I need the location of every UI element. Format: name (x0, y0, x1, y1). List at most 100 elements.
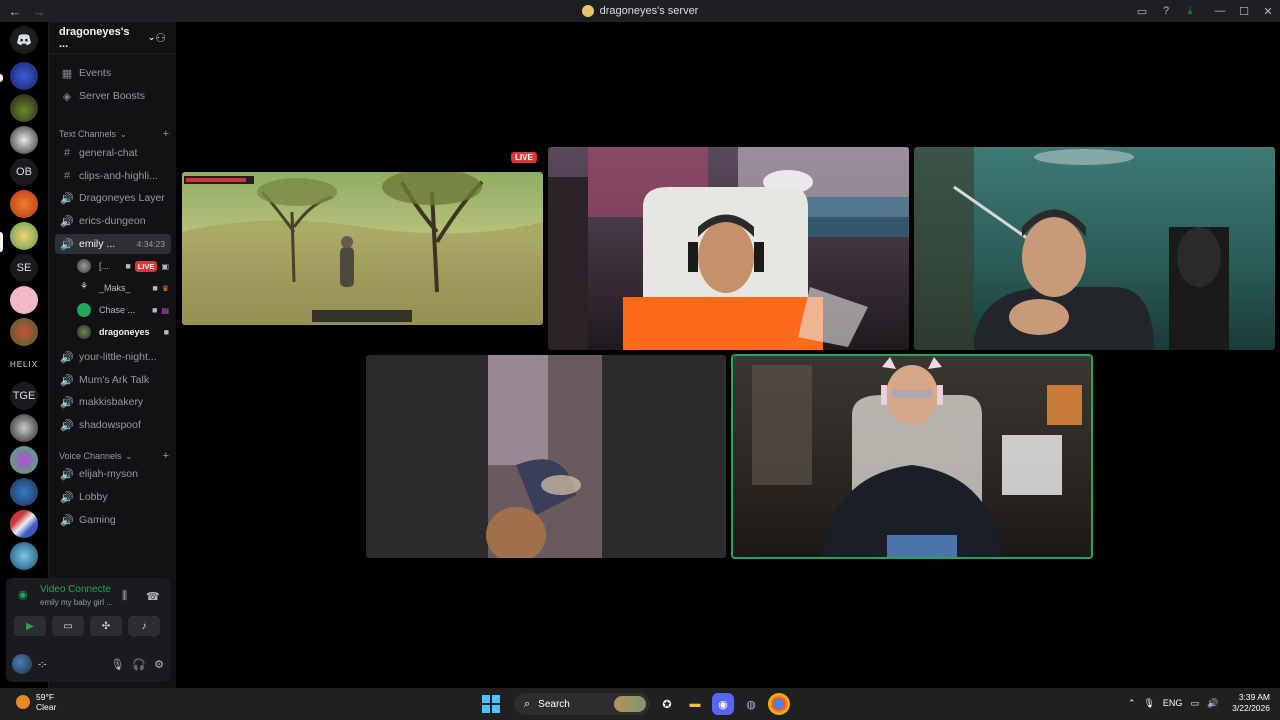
server-icon-15[interactable] (10, 542, 38, 570)
channel-name: shadowspoof (79, 419, 141, 431)
chevron-up-icon[interactable]: ⌃ (1128, 698, 1136, 709)
invite-icon[interactable]: ⚇ (155, 31, 166, 45)
server-icon-se[interactable]: SE (10, 254, 38, 282)
voice-channel-item[interactable]: 🔊 elijah-myson (55, 464, 171, 484)
speaker-icon: 🔊 (60, 468, 74, 481)
language-indicator[interactable]: ENG (1163, 698, 1183, 708)
speaker-icon: 🔊 (60, 215, 74, 228)
username[interactable]: -:- (38, 659, 47, 669)
server-icon-ob[interactable]: OB (10, 158, 38, 186)
steam-icon[interactable]: ◍ (740, 693, 762, 715)
server-icon (581, 5, 594, 17)
webcam-feed-image (752, 357, 1082, 558)
server-icon-8[interactable] (10, 318, 38, 346)
voice-channels-category[interactable]: Voice Channels ⌄ + (59, 449, 169, 463)
channel-name: clips-and-highli... (79, 170, 158, 182)
voice-channel-item[interactable]: 🔊 your-little-night... (55, 347, 171, 367)
minimize-button[interactable]: — (1208, 0, 1232, 22)
voice-channel-item[interactable]: 🔊 Lobby (55, 487, 171, 507)
discord-app-icon[interactable]: ◉ (712, 693, 734, 715)
server-icon-7[interactable] (10, 286, 38, 314)
camera-button[interactable]: ▶ (14, 616, 46, 636)
voice-user[interactable]: Chase ... ■ ▤ (77, 300, 169, 320)
activities-button[interactable]: ✣ (90, 616, 122, 636)
voice-channel-item[interactable]: 🔊 shadowspoof (55, 415, 171, 435)
search-highlight-image (614, 696, 646, 712)
server-icon-helix[interactable]: HELIX (8, 350, 40, 378)
volume-icon[interactable]: 🔊 (1207, 698, 1218, 709)
voice-user[interactable]: ⚘ _Maks_ ■ ♛ (77, 278, 169, 298)
channel-item[interactable]: # general-chat (55, 143, 171, 163)
channel-item[interactable]: # clips-and-highli... (55, 166, 171, 186)
speaker-icon: 🔊 (60, 514, 74, 527)
voice-channel-item[interactable]: 🔊 Mum's Ark Talk (55, 370, 171, 390)
speaker-icon: 🔊 (60, 238, 74, 251)
stream-tile[interactable] (182, 172, 543, 325)
voice-user[interactable]: [... ■ LIVE ▣ (77, 256, 169, 276)
gear-icon[interactable]: ⚙ (154, 658, 164, 671)
weather-icon (16, 695, 30, 709)
headphones-icon[interactable]: 🎧 (132, 658, 146, 671)
video-tile[interactable] (366, 355, 726, 558)
voice-channel-active[interactable]: 🔊 emily ... 4:34:23 (55, 234, 171, 254)
server-icon-13[interactable] (10, 478, 38, 506)
server-icon-1[interactable] (10, 62, 38, 90)
voice-status[interactable]: Video Connecte (40, 584, 111, 595)
disconnect-icon[interactable]: ☎ (146, 590, 160, 603)
video-tile-speaking[interactable] (731, 354, 1093, 559)
clock[interactable]: 3:39 AM 3/22/2026 (1232, 692, 1270, 714)
voice-channel-item[interactable]: 🔊 makkisbakery (55, 392, 171, 412)
camera-icon: ■ (163, 327, 169, 337)
server-icon-12[interactable] (10, 446, 38, 474)
close-button[interactable]: ✕ (1256, 0, 1280, 22)
forward-arrow-icon[interactable]: → (30, 4, 48, 19)
network-icon[interactable]: ▭ (1190, 698, 1199, 709)
server-header[interactable]: dragoneyes's ... ⌄ ⚇ (49, 22, 176, 54)
taskbar-search[interactable]: ⌕ Search (514, 693, 650, 715)
events-item[interactable]: ▦ Events (55, 63, 171, 83)
voice-user[interactable]: dragoneyes ■ (77, 322, 169, 342)
screen-share-button[interactable]: ▭ (52, 616, 84, 636)
signal-icon[interactable]: ◉ (18, 588, 28, 601)
voice-channel-item[interactable]: 🔊 Gaming (55, 510, 171, 530)
chrome-icon[interactable] (768, 693, 790, 715)
microphone-tray-icon[interactable]: 🎙 (1143, 698, 1154, 709)
server-icon-2[interactable] (10, 94, 38, 122)
soundboard-button[interactable]: ♪ (128, 616, 160, 636)
video-tile[interactable] (914, 147, 1275, 350)
discord-home-icon[interactable] (10, 26, 38, 54)
server-icon-14[interactable] (10, 510, 38, 538)
file-explorer-icon[interactable]: ▬ (684, 693, 706, 715)
maximize-button[interactable]: ☐ (1232, 0, 1256, 22)
server-icon-3[interactable] (10, 126, 38, 154)
microphone-icon[interactable]: 🎙 (110, 658, 124, 671)
video-tile[interactable] (548, 147, 909, 350)
server-boosts-item[interactable]: ◈ Server Boosts (55, 86, 171, 106)
add-channel-icon[interactable]: + (163, 450, 169, 462)
category-label: Text Channels (59, 129, 117, 139)
avatar (77, 303, 91, 317)
windows-start-icon[interactable] (482, 695, 500, 713)
text-channels-category[interactable]: Text Channels ⌄ + (59, 127, 169, 141)
search-icon: ⌕ (524, 697, 531, 710)
server-icon-5[interactable] (10, 190, 38, 218)
channel-name: elijah-myson (79, 468, 138, 480)
weather-text: 59°F Clear (36, 692, 56, 712)
voice-channel-item[interactable]: 🔊 erics-dungeon (55, 211, 171, 231)
voice-channel-link[interactable]: emily my baby girl ... (40, 598, 113, 607)
channel-name: Dragoneyes Layer (79, 192, 165, 204)
server-icon-tge[interactable]: TGE (10, 382, 38, 410)
activity-icon: ♛ (161, 283, 169, 293)
copilot-icon[interactable]: ✪ (656, 693, 678, 715)
help-icon[interactable]: ? (1154, 0, 1178, 22)
back-arrow-icon[interactable]: ← (0, 4, 30, 19)
noise-suppression-icon[interactable]: ⫼ (122, 590, 127, 603)
add-channel-icon[interactable]: + (163, 128, 169, 140)
download-icon[interactable]: ⤓ (1178, 0, 1202, 22)
voice-channel-item[interactable]: 🔊 Dragoneyes Layer (55, 188, 171, 208)
inbox-icon[interactable]: ▭ (1130, 0, 1154, 22)
weather-widget[interactable]: 59°F Clear (16, 692, 56, 712)
server-icon-current[interactable] (10, 222, 38, 250)
user-avatar[interactable] (12, 654, 32, 674)
server-icon-11[interactable] (10, 414, 38, 442)
